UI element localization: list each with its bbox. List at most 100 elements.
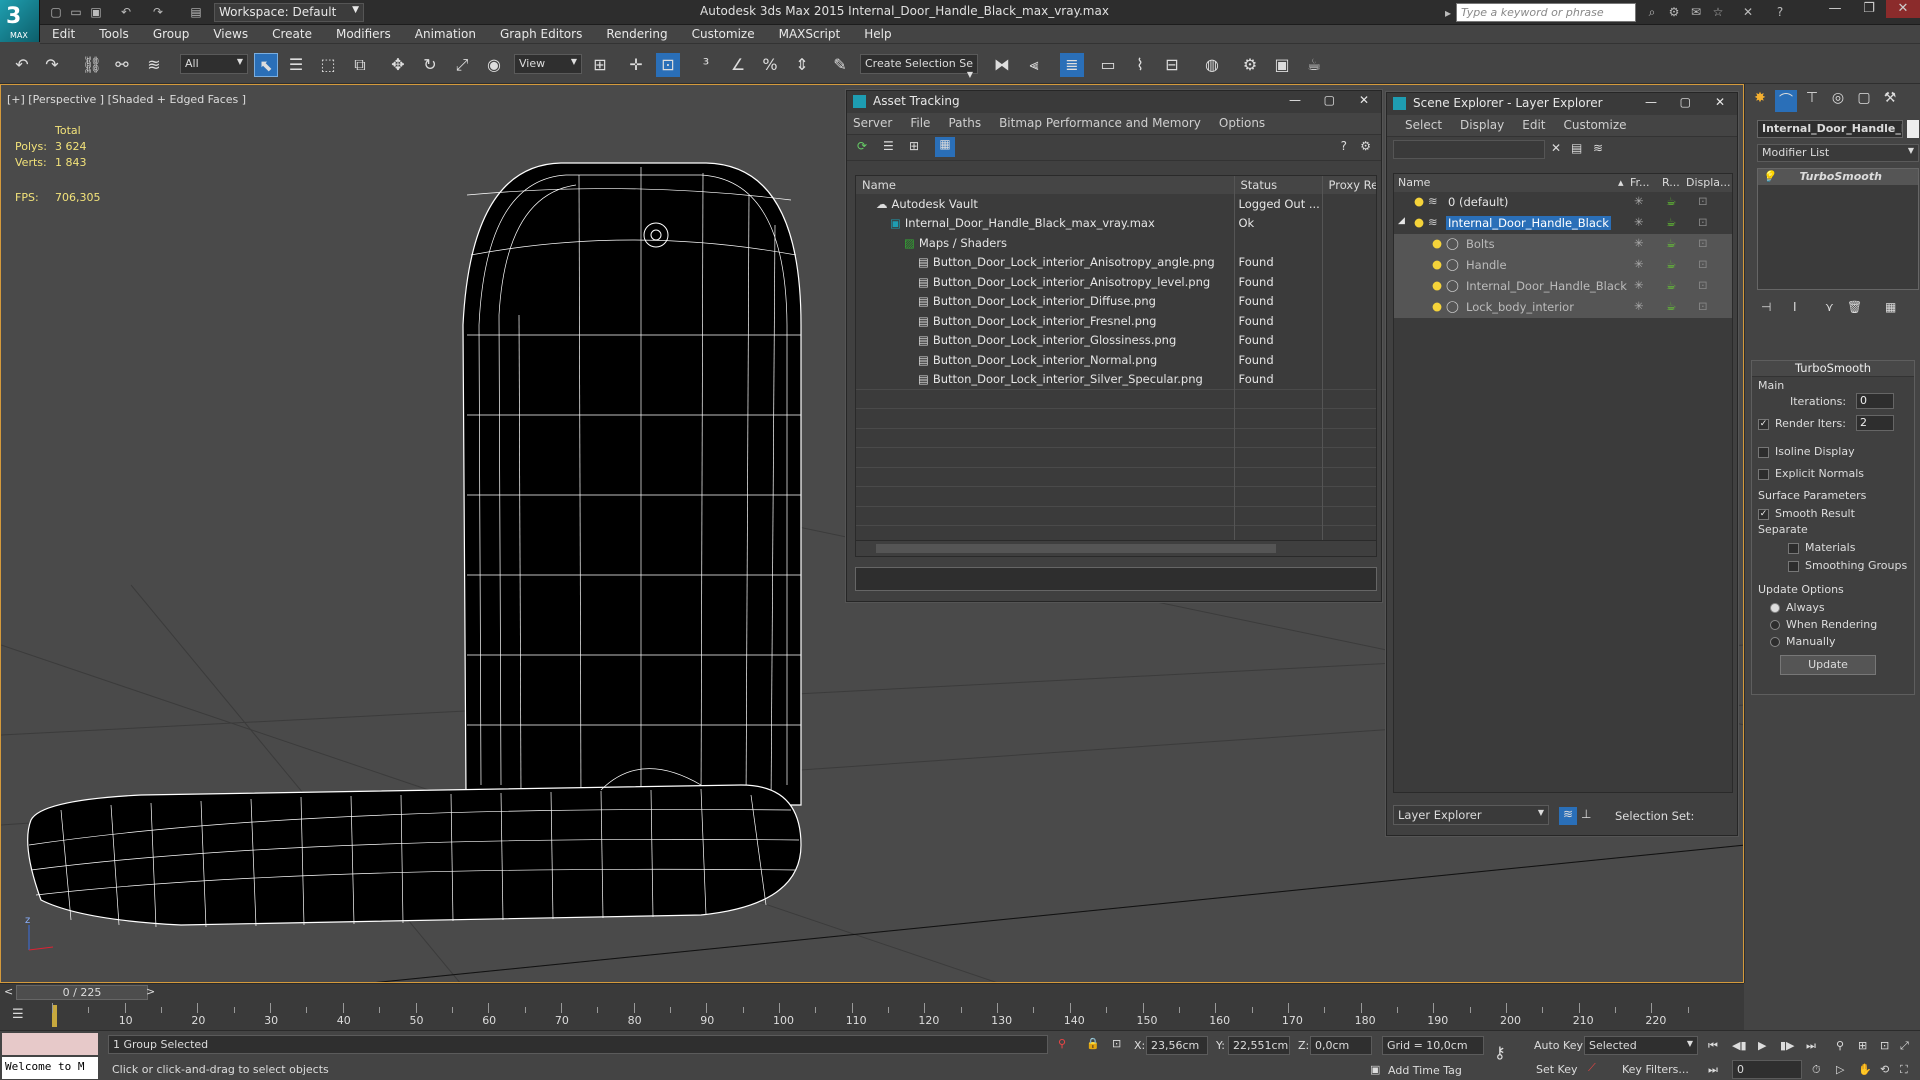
asset-row[interactable]: ☁ Autodesk Vault Logged Out ... [856, 194, 1376, 214]
hierarchy-mode-icon[interactable]: ⊥ [1581, 807, 1591, 821]
layer-name[interactable]: Internal_Door_Handle_Black [1464, 279, 1629, 293]
menu-tools[interactable]: Tools [87, 25, 141, 43]
layer-stack-icon[interactable]: ≋ [1593, 141, 1603, 155]
new-file-icon[interactable]: ▢ [48, 4, 64, 20]
minimize-icon[interactable]: — [1289, 93, 1301, 107]
expand-arrow-icon[interactable]: ▸ [1440, 5, 1456, 21]
lightbulb-icon[interactable]: ● [1432, 236, 1442, 250]
menu-customize[interactable]: Customize [680, 25, 767, 43]
column-proxy-res[interactable]: Proxy Res [1322, 176, 1377, 194]
filter-icon[interactable]: ▤ [1571, 141, 1582, 155]
redo-icon[interactable]: ↷ [150, 4, 166, 20]
save-file-icon[interactable]: ▣ [88, 4, 104, 20]
maximize-toggle-icon[interactable]: ⛶ [1900, 1063, 1908, 1077]
render-iters-checkbox[interactable]: ✓ [1758, 418, 1769, 430]
scrollbar-thumb[interactable] [876, 544, 1276, 553]
object-name-field[interactable]: Internal_Door_Handle_B [1757, 120, 1903, 138]
selection-lock-icon[interactable]: 🔒 [1086, 1037, 1100, 1050]
angle-snap-icon[interactable]: ∠ [726, 53, 750, 77]
menu-modifiers[interactable]: Modifiers [324, 25, 403, 43]
smoothing-groups-checkbox[interactable] [1788, 560, 1799, 572]
zoom-icon[interactable]: ⚲ [1836, 1039, 1844, 1052]
go-to-end-icon[interactable]: ⏭ [1806, 1039, 1816, 1053]
hierarchy-tab-icon[interactable]: ⊤ [1801, 90, 1823, 112]
se-menu-customize[interactable]: Customize [1564, 118, 1627, 132]
layer-mode-icon[interactable]: ≋ [1559, 807, 1577, 825]
mirror-icon[interactable]: ⧓ [990, 53, 1014, 77]
layer-name[interactable]: Handle [1464, 258, 1509, 272]
slider-prev-icon[interactable]: < [4, 985, 13, 998]
help-icon[interactable]: ? [1772, 4, 1788, 20]
pivot-center-icon[interactable]: ⊞ [588, 53, 612, 77]
horizontal-scrollbar[interactable] [856, 540, 1376, 556]
at-menu-bitmap-performance-and-memory[interactable]: Bitmap Performance and Memory [999, 116, 1201, 130]
lightbulb-icon[interactable]: ● [1432, 257, 1442, 271]
render-iters-spinner[interactable]: 2 [1856, 415, 1894, 431]
column-display[interactable]: Displa... [1686, 176, 1731, 189]
time-slider[interactable]: < 0 / 225 > [0, 983, 1744, 1001]
snaps-toggle-icon[interactable]: ³ [694, 53, 718, 77]
lightbulb-icon[interactable]: ● [1432, 299, 1442, 313]
zoom-all-icon[interactable]: ⊞ [1858, 1039, 1867, 1052]
asset-row[interactable]: ▣ Internal_Door_Handle_Black_max_vray.max… [856, 213, 1376, 233]
close-window-icon[interactable]: ✕ [1886, 0, 1920, 18]
se-menu-display[interactable]: Display [1460, 118, 1504, 132]
menu-animation[interactable]: Animation [403, 25, 488, 43]
lightbulb-icon[interactable]: 💡 [1762, 170, 1776, 183]
unlink-icon[interactable]: ⚯ [110, 53, 134, 77]
clear-search-icon[interactable]: ✕ [1551, 141, 1561, 155]
menu-edit[interactable]: Edit [40, 25, 87, 43]
refresh-icon[interactable]: ⟳ [857, 139, 867, 153]
workspace-dropdown[interactable]: Workspace: Default ▼ [214, 3, 364, 22]
menu-create[interactable]: Create [260, 25, 324, 43]
lightbulb-icon[interactable]: ● [1414, 215, 1424, 229]
manually-radio[interactable] [1770, 637, 1780, 647]
restore-window-icon[interactable]: ❐ [1852, 0, 1886, 18]
display-toggle-icon[interactable]: ⊡ [1698, 215, 1708, 229]
display-toggle-icon[interactable]: ⊡ [1698, 236, 1708, 250]
menu-maxscript[interactable]: MAXScript [767, 25, 853, 43]
schematic-view-icon[interactable]: ⊟ [1160, 53, 1184, 77]
asset-row[interactable]: ▤ Button_Door_Lock_interior_Anisotropy_an… [856, 252, 1376, 272]
utilities-tab-icon[interactable]: ⚒ [1879, 90, 1901, 112]
render-toggle-icon[interactable]: ☕ [1666, 299, 1676, 313]
modify-tab-icon[interactable]: ⌒ [1775, 90, 1797, 112]
reference-coordinate-dropdown[interactable]: View ▼ [514, 54, 582, 74]
scale-icon[interactable]: ⤢ [450, 53, 474, 77]
smooth-result-checkbox[interactable]: ✓ [1758, 508, 1769, 520]
freeze-toggle-icon[interactable]: ✳ [1634, 278, 1644, 292]
project-folder-icon[interactable]: ▤ [188, 4, 204, 20]
render-teapot-icon[interactable]: ☕ [1302, 53, 1326, 77]
iterations-spinner[interactable]: 0 [1856, 393, 1894, 409]
key-mode-toggle-icon[interactable]: ⏭ [1708, 1063, 1718, 1077]
layer-name[interactable]: Bolts [1464, 237, 1497, 251]
favorites-star-icon[interactable]: ☆ [1710, 4, 1726, 20]
display-toggle-icon[interactable]: ⊡ [1698, 278, 1708, 292]
menu-views[interactable]: Views [201, 25, 260, 43]
explicit-normals-checkbox[interactable] [1758, 468, 1769, 480]
frame-indicator[interactable]: 0 / 225 [16, 985, 148, 1000]
key-filters-button[interactable]: Key Filters... [1622, 1063, 1689, 1076]
maximize-viewport-icon[interactable]: ⤢ [1900, 1039, 1909, 1053]
create-tab-icon[interactable]: ✸ [1749, 90, 1771, 112]
x-coordinate-field[interactable]: 23,56cm [1146, 1036, 1208, 1055]
rendered-frame-window-icon[interactable]: ▣ [1270, 53, 1294, 77]
subscription-icon[interactable]: ⚙ [1666, 4, 1682, 20]
remove-modifier-icon[interactable]: 🗑 [1847, 300, 1862, 314]
field-of-view-icon[interactable]: ▷ [1836, 1063, 1844, 1076]
asset-row[interactable]: ▤ Button_Door_Lock_interior_Silver_Specul… [856, 369, 1376, 389]
column-status[interactable]: Status [1234, 176, 1323, 194]
update-button[interactable]: Update [1780, 655, 1876, 675]
auto-key-button[interactable]: Auto Key [1534, 1039, 1583, 1052]
asset-path-field[interactable] [855, 567, 1377, 591]
motion-tab-icon[interactable]: ◎ [1827, 90, 1849, 112]
configure-sets-icon[interactable]: ▦ [1885, 300, 1896, 314]
communication-icon[interactable]: ✉ [1688, 4, 1704, 20]
list-view-icon[interactable]: ☰ [883, 139, 894, 153]
minimize-icon[interactable]: — [1645, 95, 1657, 109]
maxscript-input[interactable]: Welcome to M [2, 1057, 98, 1079]
pin-stack-icon[interactable]: ⊣ [1761, 300, 1771, 314]
app-logo-button[interactable]: 3 MAX [0, 0, 40, 42]
undo-icon[interactable]: ↶ [118, 4, 134, 20]
display-toggle-icon[interactable]: ⊡ [1698, 194, 1708, 208]
